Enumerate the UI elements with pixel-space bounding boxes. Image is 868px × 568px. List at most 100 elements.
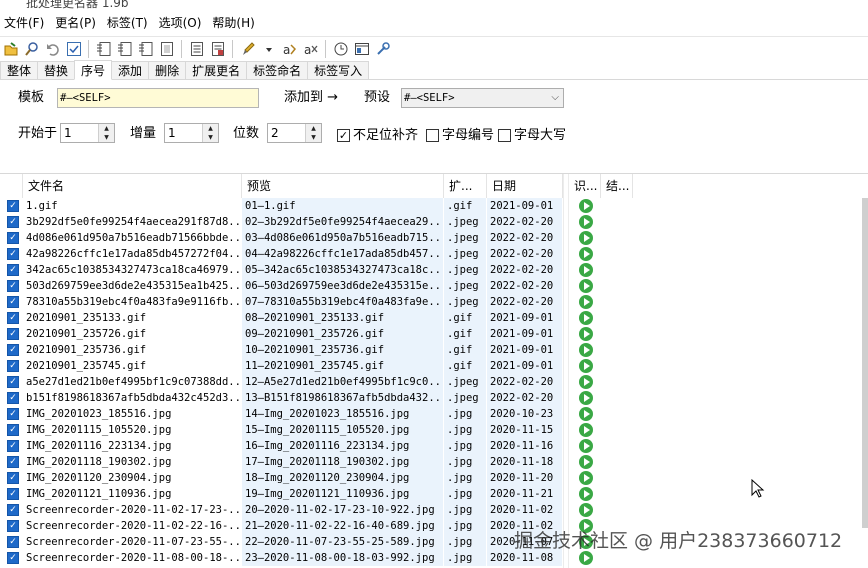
dropdown-icon[interactable] — [260, 40, 278, 58]
play-icon[interactable] — [579, 359, 593, 373]
clock-icon[interactable] — [332, 40, 350, 58]
play-icon[interactable] — [579, 439, 593, 453]
row-checkbox[interactable]: ✓ — [7, 248, 19, 260]
row-checkbox[interactable]: ✓ — [7, 424, 19, 436]
tab-replace[interactable]: 替换 — [37, 61, 76, 79]
header-filename[interactable]: 文件名 — [23, 174, 242, 198]
table-row[interactable]: ✓ IMG_20201115_105520.jpg 15—Img_20201115_… — [0, 422, 868, 438]
table-row[interactable]: ✓ 3b292df5e0fe99254f4aecea291f87d8... 02—3… — [0, 214, 868, 230]
tools-icon[interactable] — [374, 40, 392, 58]
table-row[interactable]: ✓ 20210901_235745.gif 11—20210901_235745.g… — [0, 358, 868, 374]
menu-file[interactable]: 文件(F) — [2, 12, 53, 34]
rename-icon-2[interactable] — [116, 40, 134, 58]
rename-icon-1[interactable] — [95, 40, 113, 58]
play-icon[interactable] — [579, 199, 593, 213]
row-checkbox[interactable]: ✓ — [7, 392, 19, 404]
play-icon[interactable] — [579, 551, 593, 565]
text-clear-icon[interactable]: a — [302, 40, 320, 58]
play-icon[interactable] — [579, 503, 593, 517]
play-icon[interactable] — [579, 471, 593, 485]
step-spin-buttons[interactable]: ▲ ▼ — [202, 124, 218, 142]
tab-sequence[interactable]: 序号 — [74, 60, 113, 80]
text-edit-icon[interactable]: a — [281, 40, 299, 58]
table-row[interactable]: ✓ 4d086e061d950a7b516eadb71566bbde... 03—4… — [0, 230, 868, 246]
vertical-scrollbar[interactable] — [862, 198, 868, 528]
alpha-checkbox[interactable] — [426, 129, 439, 142]
row-checkbox[interactable]: ✓ — [7, 280, 19, 292]
header-preview[interactable]: 预览 — [242, 174, 444, 198]
doc-icon[interactable] — [209, 40, 227, 58]
header-date[interactable]: 日期 — [487, 174, 563, 198]
header-extension[interactable]: 扩... — [444, 174, 487, 198]
table-row[interactable]: ✓ 503d269759ee3d6de2e435315ea1b425... 06—5… — [0, 278, 868, 294]
add-to-button[interactable]: 添加到 → — [284, 89, 338, 107]
start-stepper[interactable]: 1 ▲ ▼ — [60, 123, 115, 143]
row-checkbox[interactable]: ✓ — [7, 328, 19, 340]
play-icon[interactable] — [579, 487, 593, 501]
row-checkbox[interactable]: ✓ — [7, 408, 19, 420]
list-icon[interactable] — [188, 40, 206, 58]
header-result[interactable]: 结... — [601, 174, 633, 198]
table-row[interactable]: ✓ 20210901_235133.gif 08—20210901_235133.g… — [0, 310, 868, 326]
row-checkbox[interactable]: ✓ — [7, 232, 19, 244]
table-row[interactable]: ✓ Screenrecorder-2020-11-02-17-23-... 20—2… — [0, 502, 868, 518]
play-icon[interactable] — [579, 375, 593, 389]
row-checkbox[interactable]: ✓ — [7, 200, 19, 212]
tab-tag-naming[interactable]: 标签命名 — [246, 61, 309, 79]
table-row[interactable]: ✓ IMG_20201118_190302.jpg 17—Img_20201118_… — [0, 454, 868, 470]
preset-select[interactable]: #—<SELF> ⌵ — [401, 88, 564, 108]
check-icon[interactable] — [65, 40, 83, 58]
row-checkbox[interactable]: ✓ — [7, 472, 19, 484]
table-row[interactable]: ✓ IMG_20201023_185516.jpg 14—Img_20201023_… — [0, 406, 868, 422]
table-row[interactable]: ✓ a5e27d1ed21b0ef4995bf1c9c07388dd... 12—A… — [0, 374, 868, 390]
table-row[interactable]: ✓ 342ac65c1038534327473ca18ca46979... 05—3… — [0, 262, 868, 278]
table-row[interactable]: ✓ b151f8198618367afb5dbda432c452d3... 13—B… — [0, 390, 868, 406]
row-checkbox[interactable]: ✓ — [7, 376, 19, 388]
row-checkbox[interactable]: ✓ — [7, 440, 19, 452]
table-row[interactable]: ✓ 1.gif 01—1.gif .gif 2021-09-01 — [0, 198, 868, 214]
table-row[interactable]: ✓ 42a98226cffc1e17ada85db457272f04... 04—4… — [0, 246, 868, 262]
tab-overall[interactable]: 整体 — [0, 61, 39, 79]
play-icon[interactable] — [579, 215, 593, 229]
rename-icon-4[interactable] — [158, 40, 176, 58]
table-row[interactable]: ✓ IMG_20201116_223134.jpg 16—Img_20201116_… — [0, 438, 868, 454]
play-icon[interactable] — [579, 311, 593, 325]
template-input[interactable]: #—<SELF> — [57, 88, 259, 108]
undo-icon[interactable] — [44, 40, 62, 58]
upper-checkbox[interactable] — [498, 129, 511, 142]
play-icon[interactable] — [579, 327, 593, 341]
header-check[interactable] — [0, 174, 23, 198]
play-icon[interactable] — [579, 295, 593, 309]
menu-rename[interactable]: 更名(P) — [53, 12, 105, 34]
step-stepper[interactable]: 1 ▲ ▼ — [164, 123, 219, 143]
tab-tag-write[interactable]: 标签写入 — [307, 61, 370, 79]
row-checkbox[interactable]: ✓ — [7, 360, 19, 372]
row-checkbox[interactable]: ✓ — [7, 504, 19, 516]
window-icon[interactable] — [353, 40, 371, 58]
header-status[interactable]: 识... — [569, 174, 601, 198]
play-icon[interactable] — [579, 343, 593, 357]
tab-add[interactable]: 添加 — [111, 61, 150, 79]
search-icon[interactable] — [23, 40, 41, 58]
table-row[interactable]: ✓ 20210901_235726.gif 09—20210901_235726.g… — [0, 326, 868, 342]
play-icon[interactable] — [579, 455, 593, 469]
play-icon[interactable] — [579, 231, 593, 245]
table-row[interactable]: ✓ 20210901_235736.gif 10—20210901_235736.g… — [0, 342, 868, 358]
row-checkbox[interactable]: ✓ — [7, 552, 19, 564]
table-row[interactable]: ✓ 78310a55b319ebc4f0a483fa9e9116fb... 07—7… — [0, 294, 868, 310]
play-icon[interactable] — [579, 407, 593, 421]
menu-help[interactable]: 帮助(H) — [210, 12, 263, 34]
play-icon[interactable] — [579, 263, 593, 277]
table-row[interactable]: ✓ IMG_20201121_110936.jpg 19—Img_20201121_… — [0, 486, 868, 502]
start-spin-buttons[interactable]: ▲ ▼ — [98, 124, 114, 142]
tab-delete[interactable]: 删除 — [148, 61, 187, 79]
digits-stepper[interactable]: 2 ▲ ▼ — [267, 123, 322, 143]
menu-options[interactable]: 选项(O) — [157, 12, 211, 34]
play-icon[interactable] — [579, 423, 593, 437]
table-row[interactable]: ✓ IMG_20201120_230904.jpg 18—Img_20201120_… — [0, 470, 868, 486]
row-checkbox[interactable]: ✓ — [7, 488, 19, 500]
play-icon[interactable] — [579, 279, 593, 293]
row-checkbox[interactable]: ✓ — [7, 216, 19, 228]
brush-icon[interactable] — [239, 40, 257, 58]
row-checkbox[interactable]: ✓ — [7, 536, 19, 548]
